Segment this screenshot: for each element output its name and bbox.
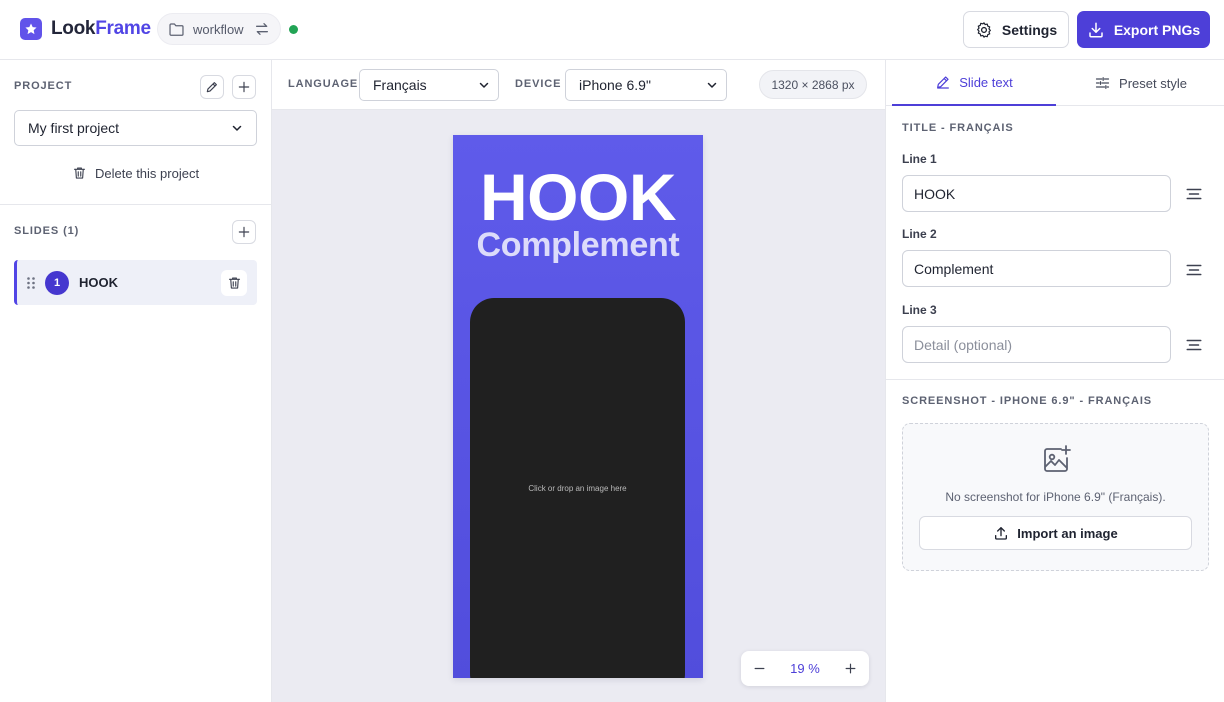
tab-slide-text-label: Slide text xyxy=(959,74,1013,90)
tab-preset-style[interactable]: Preset style xyxy=(1056,60,1224,106)
settings-label: Settings xyxy=(1001,21,1058,38)
left-sidebar: PROJECT My first project Delete this pro… xyxy=(0,60,272,702)
no-screenshot-message: No screenshot for iPhone 6.9" (Français)… xyxy=(945,490,1166,504)
slides-section-label: SLIDES (1) xyxy=(14,225,80,237)
screenshot-section-label: SCREENSHOT - IPHONE 6.9" - FRANÇAIS xyxy=(902,395,1153,407)
line-3-input[interactable]: Detail (optional) xyxy=(902,326,1171,363)
delete-project-button[interactable]: Delete this project xyxy=(72,165,199,181)
line-2-label: Line 2 xyxy=(902,227,937,241)
folder-icon xyxy=(168,22,185,37)
project-select-value: My first project xyxy=(28,120,120,136)
line-3-label: Line 3 xyxy=(902,303,937,317)
swap-icon[interactable] xyxy=(254,21,270,37)
status-indicator xyxy=(289,25,298,34)
export-pngs-button[interactable]: Export PNGs xyxy=(1077,11,1210,48)
app-logo[interactable]: LookFrame xyxy=(20,18,151,40)
slide-canvas[interactable]: HOOK Complement Click or drop an image h… xyxy=(453,135,703,678)
line-1-input[interactable]: HOOK xyxy=(902,175,1171,212)
device-select[interactable]: iPhone 6.9" xyxy=(565,69,727,101)
workspace-switcher[interactable]: workflow xyxy=(157,13,281,45)
chevron-down-icon xyxy=(231,122,243,134)
screenshot-dropzone[interactable]: No screenshot for iPhone 6.9" (Français)… xyxy=(902,423,1209,571)
delete-project-label: Delete this project xyxy=(95,165,200,181)
title-section-label: TITLE - FRANÇAIS xyxy=(902,122,1014,134)
trash-icon xyxy=(227,275,242,291)
import-image-button[interactable]: Import an image xyxy=(919,516,1192,550)
text-align-icon[interactable] xyxy=(1185,185,1203,203)
pencil-icon xyxy=(205,80,219,94)
chevron-down-icon xyxy=(706,79,718,91)
canvas-toolbar: LANGUAGE Français DEVICE iPhone 6.9" 132… xyxy=(272,60,885,110)
panel-tabs: Slide text Preset style xyxy=(886,60,1224,106)
line-2-input[interactable]: Complement xyxy=(902,250,1171,287)
export-label: Export PNGs xyxy=(1113,21,1201,38)
canvas-title[interactable]: HOOK xyxy=(453,159,703,235)
download-icon xyxy=(1087,21,1105,39)
image-add-icon xyxy=(1040,444,1072,476)
canvas-subtitle[interactable]: Complement xyxy=(453,225,703,265)
plus-icon xyxy=(237,80,251,94)
rename-project-button[interactable] xyxy=(200,75,224,99)
language-label: LANGUAGE xyxy=(288,78,359,90)
slide-number-badge: 1 xyxy=(45,270,69,295)
project-select[interactable]: My first project xyxy=(14,110,257,146)
drag-handle-icon[interactable] xyxy=(26,276,36,290)
text-align-icon[interactable] xyxy=(1185,261,1203,279)
canvas-area: LANGUAGE Français DEVICE iPhone 6.9" 132… xyxy=(272,60,885,702)
project-section-label: PROJECT xyxy=(14,80,73,92)
delete-slide-button[interactable] xyxy=(221,269,247,296)
settings-button[interactable]: Settings xyxy=(963,11,1069,48)
tab-slide-text[interactable]: Slide text xyxy=(892,60,1056,106)
gear-icon xyxy=(975,21,993,39)
star-icon xyxy=(20,18,42,40)
trash-icon xyxy=(72,165,87,181)
tab-preset-style-label: Preset style xyxy=(1119,75,1187,91)
device-label: DEVICE xyxy=(515,78,562,90)
zoom-in-button[interactable] xyxy=(844,662,857,675)
sidebar-divider xyxy=(0,204,271,205)
chevron-down-icon xyxy=(478,79,490,91)
slide-list-item[interactable]: 1 HOOK xyxy=(14,260,257,305)
app-name: LookFrame xyxy=(51,18,151,39)
text-align-icon[interactable] xyxy=(1185,336,1203,354)
sliders-icon xyxy=(1094,75,1111,91)
import-image-label: Import an image xyxy=(1017,525,1118,541)
line-1-label: Line 1 xyxy=(902,152,937,166)
zoom-level: 19 % xyxy=(790,661,820,676)
panel-divider xyxy=(886,379,1224,380)
phone-mockup[interactable]: Click or drop an image here xyxy=(470,298,685,678)
upload-icon xyxy=(993,525,1009,541)
right-panel: Slide text Preset style TITLE - FRANÇAIS… xyxy=(885,60,1224,702)
language-select[interactable]: Français xyxy=(359,69,499,101)
screenshot-drop-hint: Click or drop an image here xyxy=(528,484,627,493)
add-project-button[interactable] xyxy=(232,75,256,99)
dimensions-badge: 1320 × 2868 px xyxy=(759,70,867,99)
pencil-icon xyxy=(935,74,951,90)
add-slide-button[interactable] xyxy=(232,220,256,244)
plus-icon xyxy=(237,225,251,239)
workspace-label: workflow xyxy=(193,21,244,37)
language-select-value: Français xyxy=(373,77,427,93)
zoom-control: 19 % xyxy=(741,651,869,686)
zoom-out-button[interactable] xyxy=(753,662,766,675)
app-header: LookFrame workflow Settings Export PNGs xyxy=(0,0,1224,60)
device-select-value: iPhone 6.9" xyxy=(579,77,651,93)
slide-name: HOOK xyxy=(79,275,118,290)
